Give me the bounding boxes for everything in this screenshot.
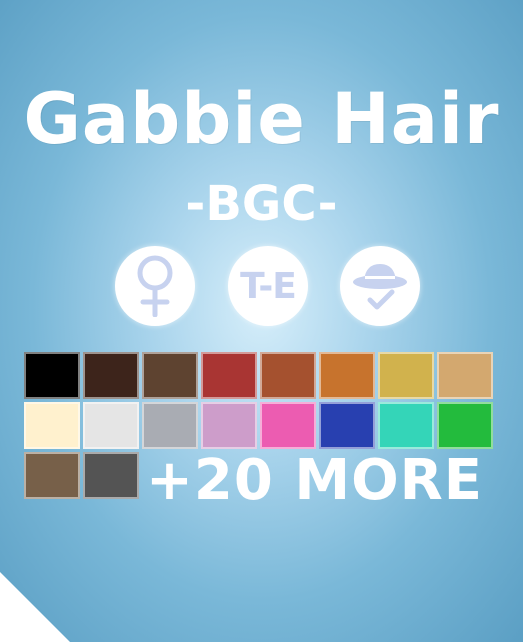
color-swatch bbox=[378, 352, 434, 399]
color-swatch bbox=[83, 402, 139, 449]
color-swatch bbox=[24, 402, 80, 449]
color-swatch bbox=[260, 352, 316, 399]
color-swatch bbox=[142, 352, 198, 399]
color-swatch bbox=[201, 352, 257, 399]
color-swatch bbox=[437, 352, 493, 399]
hat-check-icon bbox=[353, 264, 407, 310]
badge-te: T-E bbox=[228, 246, 308, 326]
color-swatch bbox=[319, 402, 375, 449]
te-badge-label: T-E bbox=[240, 265, 297, 307]
color-swatch bbox=[142, 402, 198, 449]
color-swatch bbox=[260, 402, 316, 449]
color-swatch bbox=[24, 352, 80, 399]
more-colors-label: +20 MORE bbox=[146, 448, 484, 513]
color-swatch bbox=[319, 352, 375, 399]
female-symbol-icon bbox=[137, 255, 173, 317]
badge-female bbox=[115, 246, 195, 326]
corner-fold bbox=[0, 572, 70, 642]
subtitle: -BGC- bbox=[185, 176, 338, 232]
color-swatch bbox=[201, 402, 257, 449]
color-swatch bbox=[378, 402, 434, 449]
color-swatch bbox=[83, 352, 139, 399]
color-swatch bbox=[24, 452, 80, 499]
color-swatch bbox=[83, 452, 139, 499]
title: Gabbie Hair bbox=[23, 78, 500, 160]
color-swatch bbox=[437, 402, 493, 449]
badge-hat-check bbox=[340, 246, 420, 326]
